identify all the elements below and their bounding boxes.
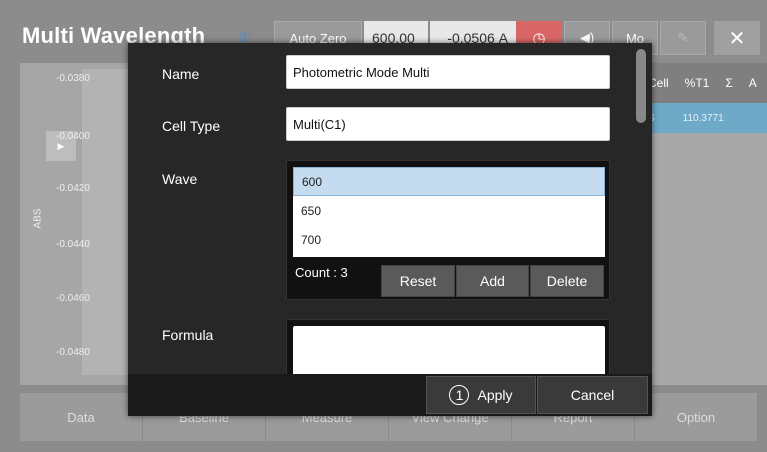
nav-option[interactable]: Option — [635, 393, 758, 441]
dialog-footer: 1 Apply Cancel — [128, 374, 652, 416]
step-number-badge: 1 — [449, 385, 470, 405]
y-tick: -0.0380 — [56, 73, 90, 84]
wave-item[interactable]: 600 — [293, 167, 605, 196]
close-icon[interactable]: ✕ — [714, 21, 760, 55]
wave-count: Count : 3 — [295, 265, 348, 280]
scroll-thumb[interactable] — [636, 49, 646, 123]
delete-button[interactable]: Delete — [530, 265, 604, 297]
reset-button[interactable]: Reset — [381, 265, 455, 297]
column-header[interactable]: A — [741, 76, 765, 90]
dialog-body: Name Photometric Mode Multi Cell Type Mu… — [128, 43, 652, 374]
cancel-button[interactable]: Cancel — [537, 376, 648, 414]
nav-data[interactable]: Data — [20, 393, 143, 441]
edit-icon[interactable]: ✎ — [660, 21, 706, 55]
y-tick: -0.0460 — [56, 293, 90, 304]
name-field[interactable]: Photometric Mode Multi — [286, 55, 610, 89]
wave-item[interactable]: 650 — [293, 196, 605, 225]
wave-item[interactable]: 700 — [293, 225, 605, 254]
table-header: Cell %T1 Σ A — [640, 63, 767, 103]
formula-panel — [286, 319, 610, 374]
wave-panel: 600 650 700 Count : 3 Reset Add Delete — [286, 160, 610, 300]
table-row[interactable]: S 110.3771 — [640, 103, 767, 133]
wave-list: 600 650 700 — [293, 167, 605, 257]
column-header[interactable]: Σ — [717, 76, 740, 90]
cell-type-label: Cell Type — [162, 118, 221, 134]
y-tick: -0.0440 — [56, 239, 90, 250]
y-tick: -0.0480 — [56, 347, 90, 358]
y-tick: -0.0400 — [56, 131, 90, 142]
column-header[interactable]: %T1 — [677, 76, 718, 90]
add-button[interactable]: Add — [456, 265, 529, 297]
table-cell: 110.3771 — [682, 112, 724, 124]
apply-button[interactable]: 1 Apply — [426, 376, 536, 414]
y-axis-label: ABS — [32, 208, 44, 229]
cell-type-field[interactable]: Multi(C1) — [286, 107, 610, 141]
wave-label: Wave — [162, 171, 198, 187]
y-tick: -0.0420 — [56, 183, 90, 194]
dialog-scrollbar[interactable] — [636, 49, 646, 367]
formula-label: Formula — [162, 327, 214, 343]
name-label: Name — [162, 66, 200, 82]
data-table: Cell %T1 Σ A S 110.3771 — [640, 63, 767, 385]
formula-field[interactable] — [293, 326, 605, 374]
apply-label: Apply — [477, 387, 513, 403]
method-settings-dialog: Name Photometric Mode Multi Cell Type Mu… — [128, 43, 652, 416]
